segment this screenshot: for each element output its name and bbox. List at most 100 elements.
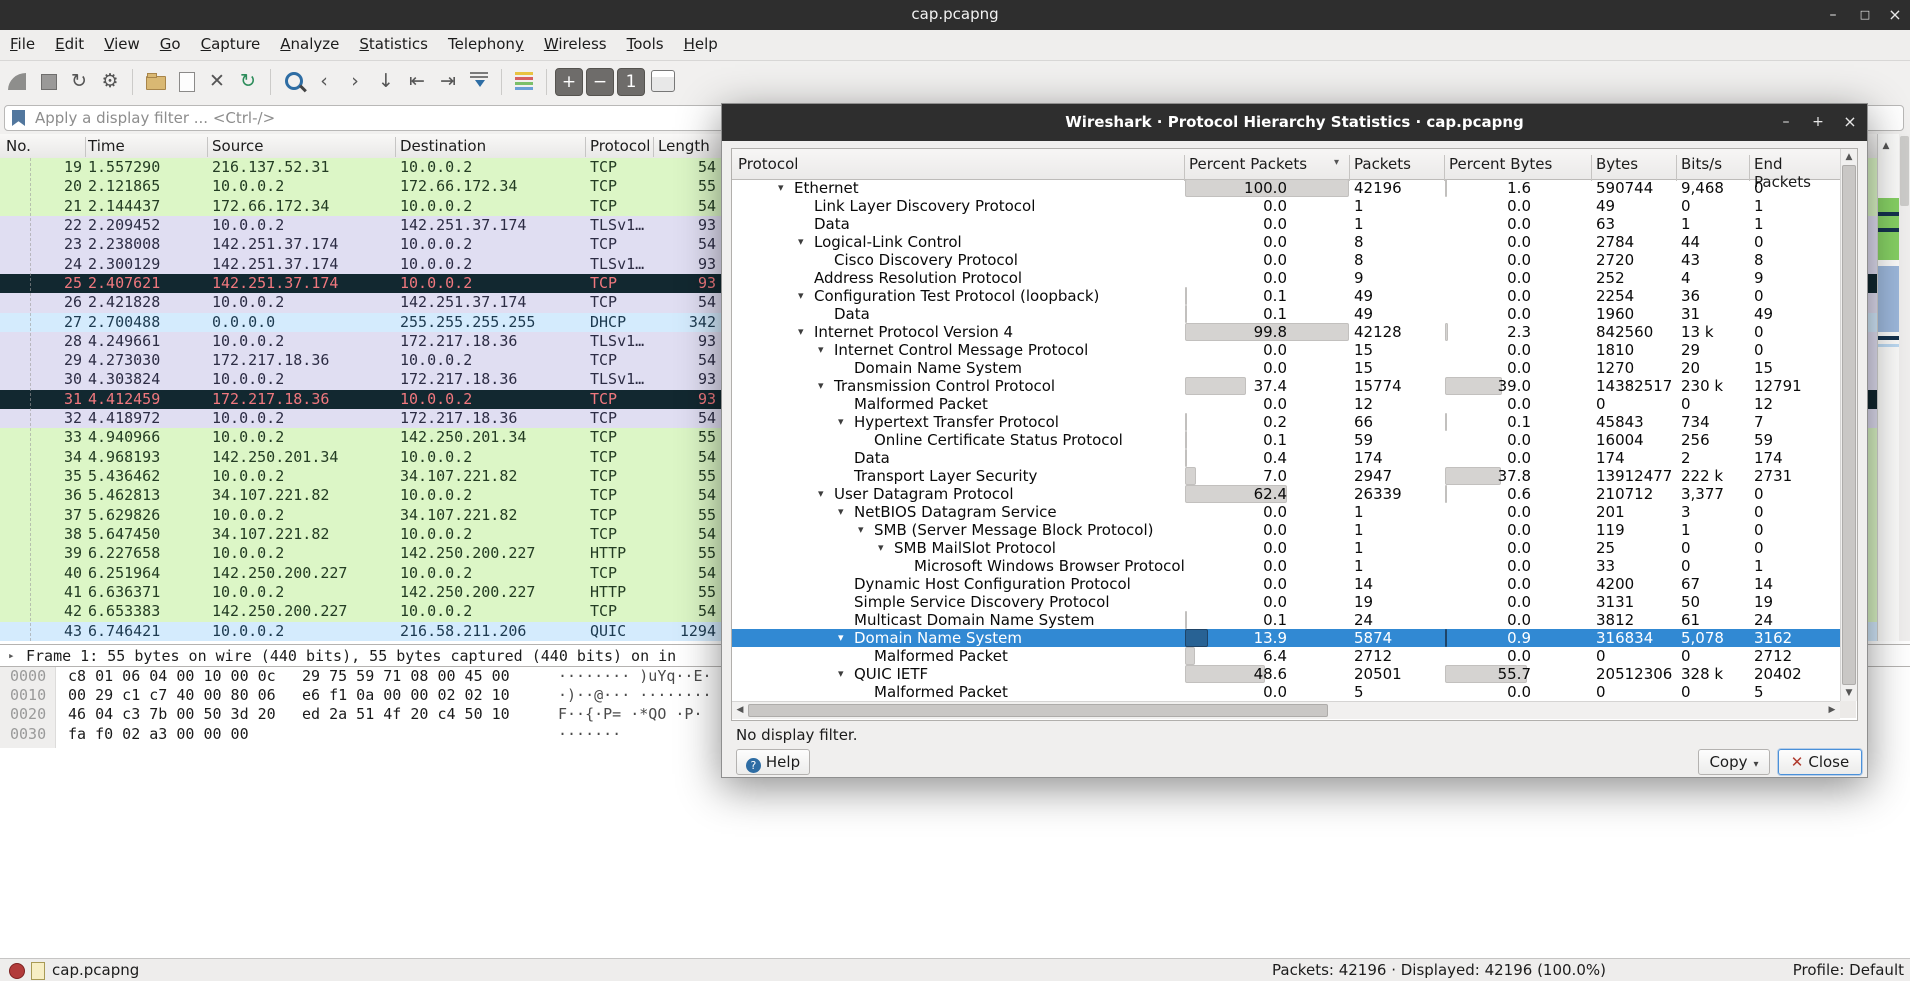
menu-item-wireless[interactable]: Wireless [534,30,617,58]
dialog-column-header-packets[interactable]: Packets [1354,155,1411,173]
protocol-row[interactable]: Dynamic Host Configuration Protocol0.014… [732,575,1840,593]
tree-expander-icon[interactable]: ▾ [798,323,804,341]
tree-expander-icon[interactable]: ▾ [778,179,784,197]
go-to-packet-icon[interactable]: ↓ [372,67,400,95]
scroll-right-icon[interactable]: ▶ [1824,702,1840,718]
copy-button[interactable]: Copy▾ [1698,749,1770,775]
menu-item-telephony[interactable]: Telephony [438,30,534,58]
column-header-source[interactable]: Source [212,137,264,155]
column-header-destination[interactable]: Destination [400,137,486,155]
packet-list-scrollbar[interactable] [1899,134,1910,641]
protocol-row[interactable]: ▾Internet Protocol Version 499.8421282.3… [732,323,1840,341]
scroll-up-icon[interactable]: ▲ [1841,149,1857,165]
zoom-out-icon[interactable]: − [586,68,614,96]
protocol-row[interactable]: Data0.41740.01742174 [732,449,1840,467]
protocol-row[interactable]: Domain Name System0.0150.012702015 [732,359,1840,377]
frame-summary[interactable]: Frame 1: 55 bytes on wire (440 bits), 55… [26,645,676,667]
find-packet-icon[interactable] [279,67,307,95]
column-divider[interactable] [1749,155,1750,181]
scroll-left-icon[interactable]: ◀ [732,702,748,718]
save-file-icon[interactable] [172,67,200,95]
dialog-close-icon[interactable]: × [1837,111,1863,133]
column-divider[interactable] [395,137,396,157]
reload-file-icon[interactable]: ↻ [234,67,262,95]
column-divider[interactable] [207,137,208,157]
expand-arrow-icon[interactable]: ▸ [8,645,15,667]
capture-options-icon[interactable]: ⚙ [96,67,124,95]
menu-item-edit[interactable]: Edit [45,30,94,58]
protocol-row[interactable]: ▾SMB MailSlot Protocol0.010.02500 [732,539,1840,557]
close-dialog-button[interactable]: ✕Close [1778,749,1862,775]
dialog-column-header-bytes[interactable]: Bytes [1596,155,1638,173]
protocol-row[interactable]: ▾Logical-Link Control0.080.02784440 [732,233,1840,251]
status-profile[interactable]: Profile: Default [1793,961,1904,979]
protocol-row[interactable]: Malformed Packet0.050.0005 [732,683,1840,701]
scrollbar-thumb[interactable] [748,704,1328,717]
protocol-row[interactable]: ▾SMB (Server Message Block Protocol)0.01… [732,521,1840,539]
start-capture-icon[interactable] [3,67,31,95]
dialog-horizontal-scrollbar[interactable]: ◀ ▶ [732,701,1840,719]
protocol-row[interactable]: ▾User Datagram Protocol62.4263390.621071… [732,485,1840,503]
maximize-button[interactable]: □ [1852,4,1878,26]
capture-file-properties-icon[interactable] [31,962,45,980]
menu-item-file[interactable]: File [0,30,45,58]
tree-expander-icon[interactable]: ▾ [838,413,844,431]
protocol-row[interactable]: Malformed Packet0.0120.00012 [732,395,1840,413]
last-packet-icon[interactable]: ⇥ [434,67,462,95]
tree-expander-icon[interactable]: ▾ [818,341,824,359]
tree-expander-icon[interactable]: ▾ [818,485,824,503]
protocol-row[interactable]: Microsoft Windows Browser Protocol0.010.… [732,557,1840,575]
dialog-column-header-percentbytes[interactable]: Percent Bytes [1449,155,1552,173]
protocol-row[interactable]: ▾QUIC IETF48.62050155.720512306328 k2040… [732,665,1840,683]
dialog-vertical-scrollbar[interactable]: ▲ ▼ [1840,149,1857,701]
protocol-row[interactable]: Malformed Packet6.427120.0002712 [732,647,1840,665]
tree-expander-icon[interactable]: ▾ [798,233,804,251]
protocol-row[interactable]: Data0.1490.019603149 [732,305,1840,323]
column-divider[interactable] [1591,155,1592,181]
open-file-icon[interactable] [141,67,169,95]
protocol-row[interactable]: Simple Service Discovery Protocol0.0190.… [732,593,1840,611]
go-back-icon[interactable]: ‹ [310,67,338,95]
menu-item-statistics[interactable]: Statistics [349,30,438,58]
protocol-row[interactable]: ▾Ethernet100.0421961.65907449,4680 [732,179,1840,197]
column-divider[interactable] [585,137,586,157]
stop-capture-icon[interactable] [34,67,62,95]
column-divider[interactable] [85,137,86,157]
zoom-in-icon[interactable]: + [555,68,583,96]
column-header-time[interactable]: Time [88,137,125,155]
restart-capture-icon[interactable]: ↻ [65,67,93,95]
menu-item-capture[interactable]: Capture [191,30,271,58]
protocol-row[interactable]: ▾NetBIOS Datagram Service0.010.020130 [732,503,1840,521]
tree-expander-icon[interactable]: ▾ [838,629,844,647]
expert-info-icon[interactable] [9,963,25,979]
protocol-row[interactable]: Transport Layer Security7.0294737.813912… [732,467,1840,485]
scroll-down-icon[interactable]: ▼ [1841,685,1857,701]
protocol-row[interactable]: ▾Internet Control Message Protocol0.0150… [732,341,1840,359]
dialog-column-header-percentpackets[interactable]: Percent Packets [1189,155,1307,173]
scroll-up-icon[interactable]: ▲ [1878,138,1894,154]
menu-item-tools[interactable]: Tools [617,30,674,58]
protocol-row[interactable]: Link Layer Discovery Protocol0.010.04901 [732,197,1840,215]
column-divider[interactable] [1444,155,1445,181]
tree-expander-icon[interactable]: ▾ [878,539,884,557]
first-packet-icon[interactable]: ⇤ [403,67,431,95]
column-divider[interactable] [1676,155,1677,181]
dialog-column-header-bitss[interactable]: Bits/s [1681,155,1722,173]
tree-expander-icon[interactable]: ▾ [798,287,804,305]
minimize-button[interactable]: – [1820,4,1846,26]
zoom-100-icon[interactable]: 1 [617,68,645,96]
protocol-row[interactable]: Cisco Discovery Protocol0.080.02720438 [732,251,1840,269]
protocol-row[interactable]: Multicast Domain Name System0.1240.03812… [732,611,1840,629]
scrollbar-thumb[interactable] [1842,165,1856,685]
close-button[interactable]: × [1882,4,1908,26]
go-forward-icon[interactable]: › [341,67,369,95]
menu-item-help[interactable]: Help [674,30,728,58]
resize-columns-icon[interactable] [651,70,675,92]
dialog-minimize-button[interactable]: – [1773,111,1799,133]
dialog-column-header-protocol[interactable]: Protocol [738,155,798,173]
column-divider[interactable] [653,137,654,157]
tree-expander-icon[interactable]: ▾ [818,377,824,395]
protocol-row[interactable]: Data0.010.06311 [732,215,1840,233]
column-divider[interactable] [1184,155,1185,181]
dialog-maximize-button[interactable]: + [1805,111,1831,133]
